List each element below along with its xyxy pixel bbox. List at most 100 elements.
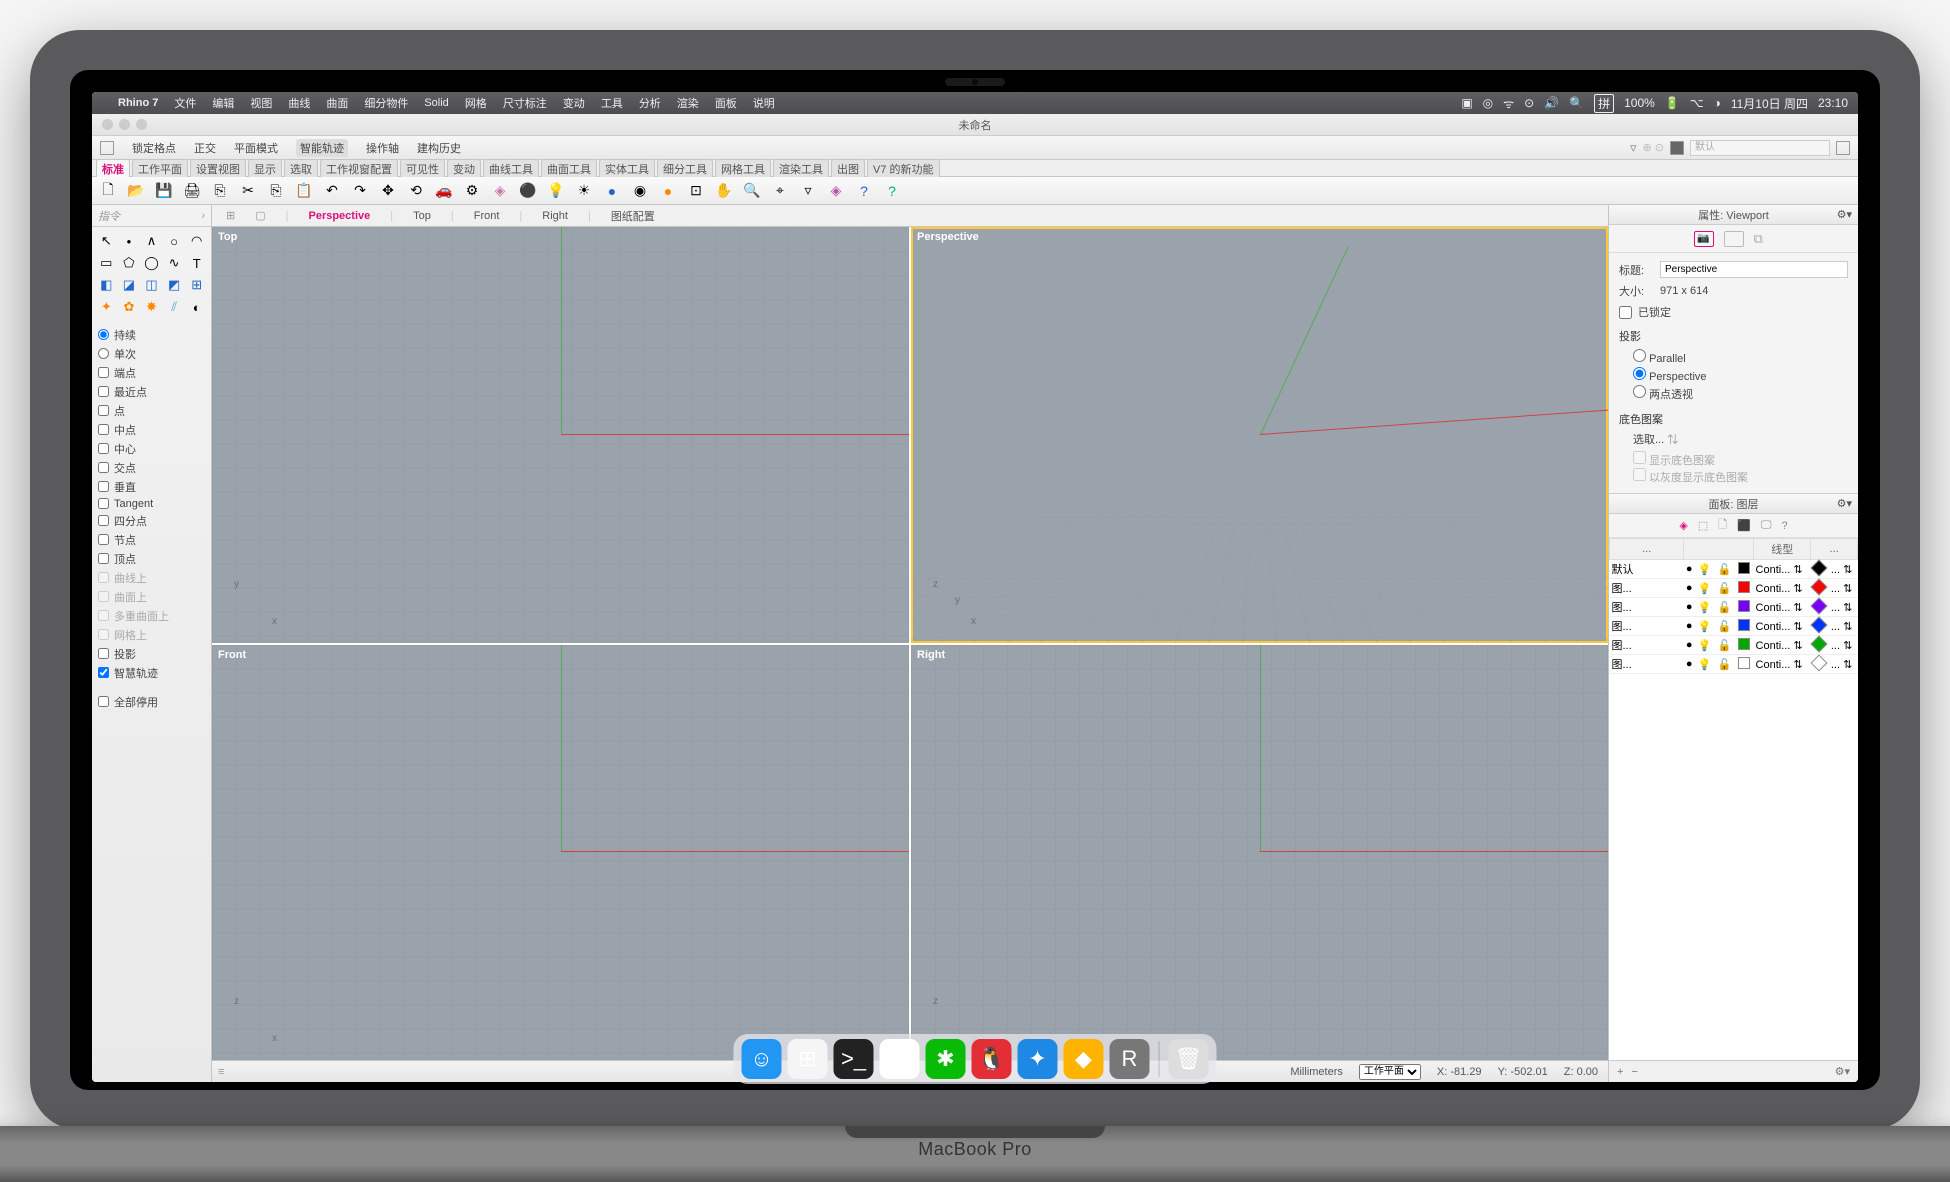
layer-row[interactable]: 图...●💡🔓Conti... ⇅... ⇅ <box>1610 617 1858 636</box>
light-icon[interactable]: 💡 <box>546 181 566 201</box>
menubar-time[interactable]: 23:10 <box>1818 96 1848 110</box>
viewport-tab-top[interactable]: Top <box>413 210 431 222</box>
traffic-lights[interactable] <box>102 119 147 130</box>
help-icon[interactable]: ? <box>1781 520 1787 532</box>
osnap-10[interactable]: 四分点 <box>98 511 205 530</box>
tab-subd-tools[interactable]: 细分工具 <box>657 159 713 178</box>
osnap-7[interactable]: 交点 <box>98 458 205 477</box>
options-icon[interactable]: ⚙ <box>462 181 482 201</box>
camera-tab-icon[interactable]: 📷 <box>1694 231 1714 247</box>
menu-subd[interactable]: 细分物件 <box>364 95 408 111</box>
add-layer-icon[interactable]: + <box>1617 1066 1623 1078</box>
viewport-right[interactable]: Right zy <box>911 645 1608 1061</box>
tab-v7-new[interactable]: V7 的新功能 <box>867 159 940 178</box>
search-icon[interactable]: 🔍 <box>1569 96 1584 110</box>
about-icon[interactable]: ? <box>882 181 902 201</box>
gear-tool-icon[interactable]: ✿ <box>119 297 140 317</box>
layers-icon[interactable]: ◈ <box>1679 519 1687 532</box>
tab-transform[interactable]: 变动 <box>447 159 481 178</box>
osnap-17[interactable]: 投影 <box>98 644 205 663</box>
radio-parallel[interactable]: Parallel <box>1619 348 1848 366</box>
osnap-1[interactable]: 单次 <box>98 344 205 363</box>
col-linetype[interactable]: 线型 <box>1754 539 1811 560</box>
circle-tool-icon[interactable]: ○ <box>164 231 185 251</box>
tab-cplane[interactable]: 工作平面 <box>132 159 188 178</box>
box-tool-icon[interactable]: ◫ <box>141 275 162 295</box>
dock-qq[interactable]: 🐧 <box>972 1039 1012 1079</box>
viewport-tab-perspective[interactable]: Perspective <box>308 210 370 222</box>
print-icon[interactable]: 🖨 <box>182 181 202 201</box>
sun-icon[interactable]: ☀ <box>574 181 594 201</box>
curve-tool-icon[interactable]: ∿ <box>164 253 185 273</box>
status-hamburger-icon[interactable]: ≡ <box>218 1066 224 1078</box>
layer-row[interactable]: 图...●💡🔓Conti... ⇅... ⇅ <box>1610 636 1858 655</box>
copy-icon[interactable]: ⎘ <box>266 181 286 201</box>
osnap-config-icon[interactable]: ⌖ <box>770 181 790 201</box>
volume-icon[interactable]: 🔊 <box>1544 96 1559 110</box>
properties-icon[interactable]: ⚫ <box>518 181 538 201</box>
layer-options-icon[interactable]: ⚙▾ <box>1835 1065 1850 1078</box>
screenshot-icon[interactable]: ▣ <box>1461 96 1472 110</box>
dock-trash[interactable]: 🗑 <box>1169 1039 1209 1079</box>
new-icon[interactable]: 🗋 <box>98 181 118 201</box>
gumball-toggle[interactable]: 操作轴 <box>366 140 399 156</box>
tab-setview[interactable]: 设置视图 <box>190 159 246 178</box>
import-icon[interactable]: ⎘ <box>210 181 230 201</box>
grid-snap-toggle[interactable]: 锁定格点 <box>132 140 176 156</box>
mesh-tool-icon[interactable]: ⊞ <box>186 275 207 295</box>
menu-curve[interactable]: 曲线 <box>288 95 310 111</box>
monitor-icon[interactable]: 🖵 <box>1761 519 1772 532</box>
tab-standard[interactable]: 标准 <box>96 159 130 178</box>
text-tool-icon[interactable]: T <box>186 253 207 273</box>
zoom-icon[interactable]: 🔍 <box>742 181 762 201</box>
cplane-select[interactable]: 工作平面 <box>1359 1064 1421 1080</box>
ellipse-tool-icon[interactable]: ◯ <box>141 253 162 273</box>
filter-icon[interactable]: ▿ <box>1630 140 1637 156</box>
file-icon[interactable]: 🗋 <box>1718 516 1727 535</box>
polyline-tool-icon[interactable]: ∧ <box>141 231 162 251</box>
layer-row[interactable]: 图...●💡🔓Conti... ⇅... ⇅ <box>1610 579 1858 598</box>
dock-rhino[interactable]: R <box>1110 1039 1150 1079</box>
rect-tool-icon[interactable]: ▭ <box>96 253 117 273</box>
toolbar-left-icon[interactable] <box>100 141 114 155</box>
dock-launchpad[interactable]: ⊞ <box>788 1039 828 1079</box>
tab-display[interactable]: 显示 <box>248 159 282 178</box>
material-tab-icon[interactable] <box>1724 231 1744 247</box>
osnap-11[interactable]: 节点 <box>98 530 205 549</box>
filter-icon[interactable]: ▿ <box>798 181 818 201</box>
menu-analyze[interactable]: 分析 <box>639 95 661 111</box>
battery-icon[interactable]: 🔋 <box>1665 96 1680 110</box>
tab-mesh-tools[interactable]: 网格工具 <box>715 159 771 178</box>
menu-dimension[interactable]: 尺寸标注 <box>503 95 547 111</box>
menu-render[interactable]: 渲染 <box>677 95 699 111</box>
surface-tool-icon[interactable]: ◪ <box>119 275 140 295</box>
tab-drafting[interactable]: 出图 <box>831 159 865 178</box>
menu-transform[interactable]: 变动 <box>563 95 585 111</box>
ortho-toggle[interactable]: 正交 <box>194 140 216 156</box>
redo-icon[interactable]: ↷ <box>350 181 370 201</box>
osnap-3[interactable]: 最近点 <box>98 382 205 401</box>
siri-icon[interactable]: ◑ <box>1714 96 1721 110</box>
layers-table[interactable]: ... 线型 ... 默认●💡🔓Conti... ⇅... ⇅图...●💡🔓Co… <box>1609 538 1858 1060</box>
control-center-icon[interactable]: ⌥ <box>1690 96 1704 110</box>
layers2-icon[interactable]: ◈ <box>826 181 846 201</box>
layer-row[interactable]: 图...●💡🔓Conti... ⇅... ⇅ <box>1610 598 1858 617</box>
tab-solid-tools[interactable]: 实体工具 <box>599 159 655 178</box>
tab-render-tools[interactable]: 渲染工具 <box>773 159 829 178</box>
menubar-circle-icon[interactable]: ◎ <box>1483 96 1493 110</box>
col-name[interactable]: ... <box>1610 539 1684 560</box>
cube-icon[interactable]: ⬛ <box>1737 519 1751 532</box>
viewport-tab-layout[interactable]: 图纸配置 <box>611 208 655 224</box>
point-tool-icon[interactable]: • <box>119 231 140 251</box>
menu-mesh[interactable]: 网格 <box>465 95 487 111</box>
dock-sketch[interactable]: ◆ <box>1064 1039 1104 1079</box>
pan-icon[interactable]: ✋ <box>714 181 734 201</box>
cut-icon[interactable]: ✂ <box>238 181 258 201</box>
radio-perspective[interactable]: Perspective <box>1619 366 1848 384</box>
paste-icon[interactable]: 📋 <box>294 181 314 201</box>
shade-icon[interactable]: ● <box>602 181 622 201</box>
play-icon[interactable]: ⊙ <box>1524 96 1534 110</box>
battery-percent[interactable]: 100% <box>1624 96 1655 110</box>
osnap-19[interactable]: 全部停用 <box>98 692 205 711</box>
render-car-icon[interactable]: 🚗 <box>434 181 454 201</box>
